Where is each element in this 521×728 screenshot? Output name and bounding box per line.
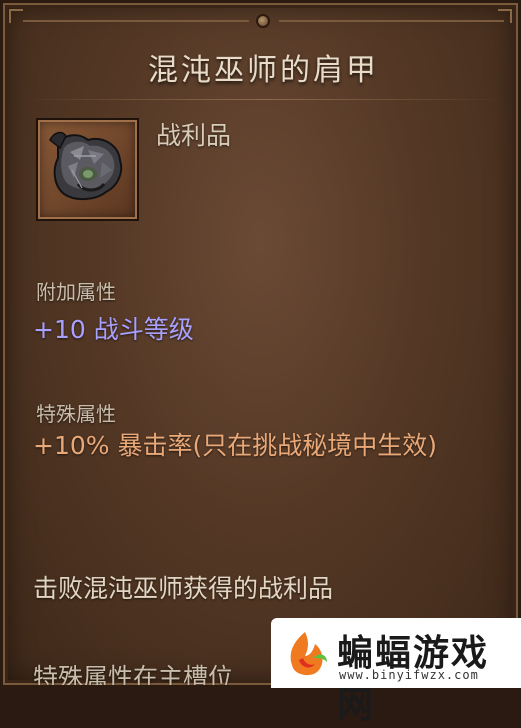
special-attribute-value: +10% 暴击率(只在挑战秘境中生效)	[33, 431, 437, 460]
pauldron-icon	[49, 131, 123, 200]
site-watermark: 蝙蝠游戏网 www.binyifwzx.com	[271, 618, 521, 726]
item-type-label: 战利品	[156, 121, 232, 150]
top-border-rule-left	[23, 20, 249, 22]
title-divider	[23, 99, 503, 100]
item-icon-frame	[36, 118, 139, 221]
frame-corner-top-left	[9, 9, 23, 23]
flavor-text: 击败混沌巫师获得的战利品	[33, 574, 334, 603]
special-attributes-label: 特殊属性	[36, 402, 116, 426]
extra-attributes-label: 附加属性	[36, 280, 116, 304]
top-ornament-icon	[249, 7, 277, 35]
extra-attribute-value: +10 战斗等级	[33, 315, 194, 344]
site-logo-icon	[290, 632, 327, 676]
watermark-url: www.binyifwzx.com	[339, 668, 479, 682]
item-title: 混沌巫师的肩甲	[148, 53, 379, 88]
top-border-rule-right	[279, 20, 504, 22]
item-tooltip: 混沌巫师的肩甲 战利品 附加属性 +10 战斗等级 特殊属性 +10% 暴击率(…	[0, 0, 521, 688]
flavor-text-cut: 特殊属性在主槽位	[33, 663, 234, 688]
